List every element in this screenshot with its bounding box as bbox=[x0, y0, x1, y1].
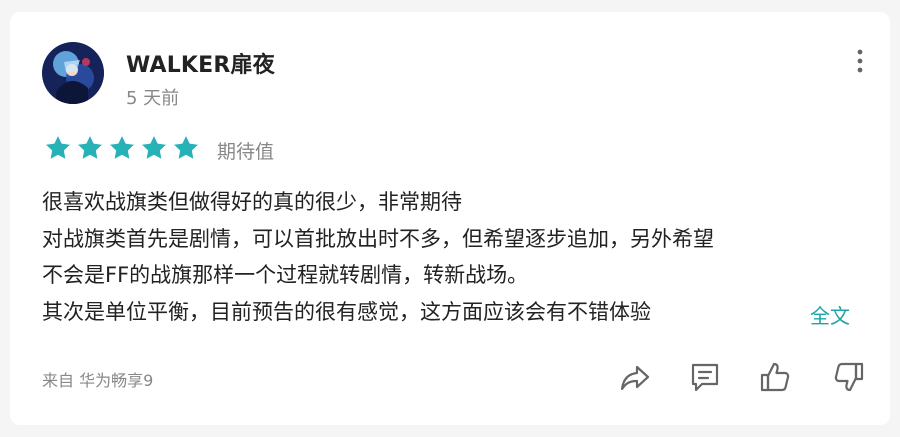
review-actions bbox=[618, 360, 868, 394]
star-rating bbox=[44, 134, 200, 162]
review-line: 不会是FF的战旗那样一个过程就转剧情，转新战场。 bbox=[42, 263, 529, 287]
star-icon bbox=[140, 134, 168, 162]
review-line: 对战旗类首先是剧情，可以首批放出时不多，但希望逐步追加，另外希望 bbox=[42, 226, 714, 251]
more-vertical-icon bbox=[857, 49, 863, 73]
review-text: 很喜欢战旗类但做得好的真的很少，非常期待 对战旗类首先是剧情，可以首批放出时不多… bbox=[42, 184, 862, 330]
star-icon bbox=[172, 134, 200, 162]
review-line: 其次是单位平衡，目前预告的很有感觉，这方面应该会有不错体验 bbox=[42, 299, 651, 324]
comment-icon bbox=[691, 363, 719, 392]
review-line: 很喜欢战旗类但做得好的真的很少，非常期待 bbox=[42, 190, 462, 214]
dislike-button[interactable] bbox=[832, 360, 866, 394]
review-card: WALKER扉夜 5 天前 期待值 很喜欢战旗类但做得好的真的很少，非常期待 对… bbox=[10, 12, 890, 425]
username[interactable]: WALKER扉夜 bbox=[126, 47, 275, 79]
more-options-button[interactable] bbox=[854, 48, 866, 74]
thumbs-up-icon bbox=[760, 362, 790, 392]
rating-label: 期待值 bbox=[217, 141, 275, 163]
star-icon bbox=[44, 134, 72, 162]
like-button[interactable] bbox=[758, 360, 792, 394]
share-icon bbox=[620, 365, 650, 391]
star-icon bbox=[108, 134, 136, 162]
share-button[interactable] bbox=[618, 360, 652, 394]
thumbs-down-icon bbox=[834, 362, 864, 392]
comment-button[interactable] bbox=[688, 360, 722, 394]
avatar[interactable] bbox=[42, 42, 104, 104]
expand-full-text-link[interactable]: 全文 bbox=[810, 300, 850, 329]
star-icon bbox=[76, 134, 104, 162]
device-source: 来自 华为畅享9 bbox=[42, 371, 154, 390]
post-time: 5 天前 bbox=[126, 88, 180, 109]
